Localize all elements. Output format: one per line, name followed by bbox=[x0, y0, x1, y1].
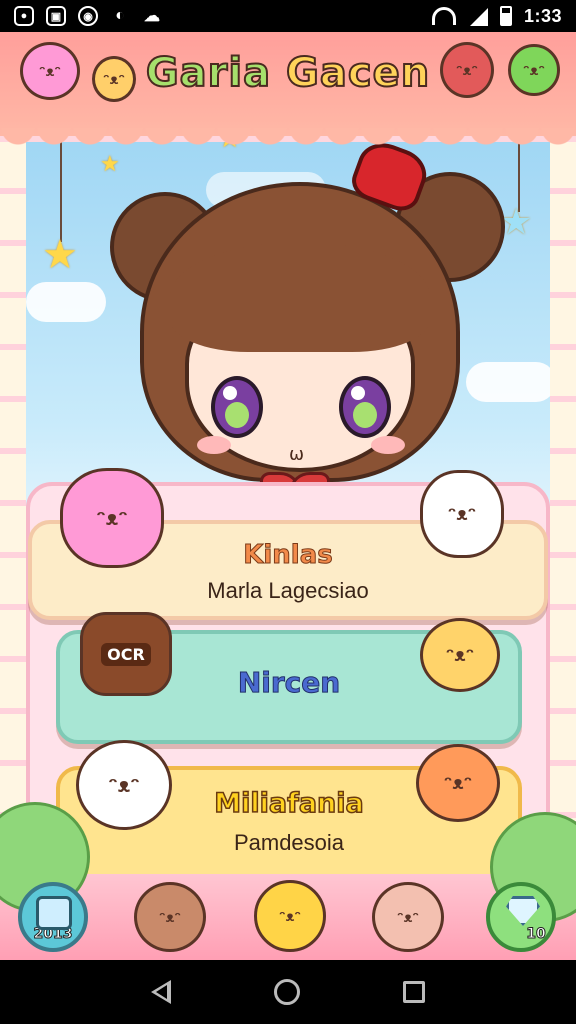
battery-icon bbox=[499, 6, 512, 26]
eye bbox=[211, 376, 263, 438]
star-icon: ★ bbox=[42, 232, 78, 278]
gem-button[interactable]: 10 bbox=[486, 882, 556, 952]
hamster-icon: ᵔᴥᵔ bbox=[76, 740, 172, 830]
cloud bbox=[26, 282, 106, 322]
status-bar: ● ▣ ◉ ◐ ☁ 1:33 bbox=[0, 0, 576, 32]
media-icon: ◉ bbox=[78, 6, 98, 26]
signal-icon bbox=[468, 6, 488, 26]
eye bbox=[339, 376, 391, 438]
gem-icon bbox=[506, 896, 540, 926]
left-decorative-border bbox=[0, 142, 26, 842]
white-bunny-icon: ᵔᴥᵔ bbox=[420, 470, 504, 558]
girl-character[interactable]: ω bbox=[110, 135, 505, 522]
wifi-icon bbox=[431, 7, 456, 25]
cloud-icon: ☁ bbox=[144, 8, 160, 25]
pink-cat-icon: ᵔᴥᵔ bbox=[60, 468, 164, 568]
friend-yellow-cat-icon[interactable]: ᵔᴥᵔ bbox=[254, 880, 326, 952]
game-screen: ★ ★ ★ ★ ω Garia Gacen ᵔᴥᵔ ᵔᴥᵔ ᵔᴥᵔ ᵔᴥᵔ Ki… bbox=[0, 32, 576, 960]
friend-brown-bear-icon[interactable]: ᵔᴥᵔ bbox=[134, 882, 206, 952]
green-frog-icon: ᵔᴥᵔ bbox=[508, 44, 560, 96]
ocr-bear-badge[interactable]: OCR bbox=[80, 612, 172, 696]
gallery-icon: ▣ bbox=[46, 6, 66, 26]
pink-cat-icon: ᵔᴥᵔ bbox=[20, 42, 80, 100]
orange-critter-icon: ᵔᴥᵔ bbox=[416, 744, 500, 822]
right-decorative-border bbox=[550, 142, 576, 842]
back-icon[interactable] bbox=[151, 980, 172, 1004]
red-bear-icon: ᵔᴥᵔ bbox=[440, 42, 494, 98]
recent-apps-icon[interactable] bbox=[402, 981, 425, 1003]
hamster-icon: ᵔᴥᵔ bbox=[420, 618, 500, 692]
monkey-icon: ᵔᴥᵔ bbox=[92, 56, 136, 102]
box-icon bbox=[36, 896, 72, 930]
clock: 1:33 bbox=[523, 5, 562, 26]
friend-girl-icon[interactable]: ᵔᴥᵔ bbox=[372, 882, 444, 952]
notification-icon: ● bbox=[14, 6, 34, 26]
inventory-button[interactable]: 2013 bbox=[18, 882, 88, 952]
system-nav-bar bbox=[0, 960, 576, 1024]
message-icon: ◐ bbox=[115, 7, 125, 24]
home-icon[interactable] bbox=[273, 979, 300, 1005]
